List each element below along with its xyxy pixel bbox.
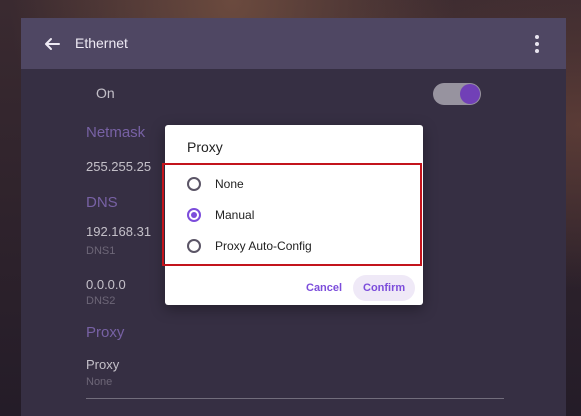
cancel-button[interactable]: Cancel [296, 275, 352, 301]
dialog-title: Proxy [187, 139, 223, 155]
option-none[interactable]: None [187, 174, 244, 194]
option-proxy-auto-config[interactable]: Proxy Auto-Config [187, 236, 312, 256]
radio-unselected-icon[interactable] [187, 177, 201, 191]
app-bar: Ethernet [21, 18, 566, 69]
radio-selected-icon[interactable] [187, 208, 201, 222]
option-label: None [215, 177, 244, 191]
page-title: Ethernet [75, 35, 128, 51]
option-manual[interactable]: Manual [187, 205, 254, 225]
proxy-dialog: Proxy None Manual Proxy Auto-Config Canc… [162, 125, 423, 305]
more-vert-icon[interactable] [534, 35, 540, 55]
confirm-button[interactable]: Confirm [353, 275, 415, 301]
option-label: Manual [215, 208, 255, 222]
option-label: Proxy Auto-Config [215, 239, 312, 253]
arrow-left-icon[interactable] [43, 35, 61, 53]
radio-unselected-icon[interactable] [187, 239, 201, 253]
